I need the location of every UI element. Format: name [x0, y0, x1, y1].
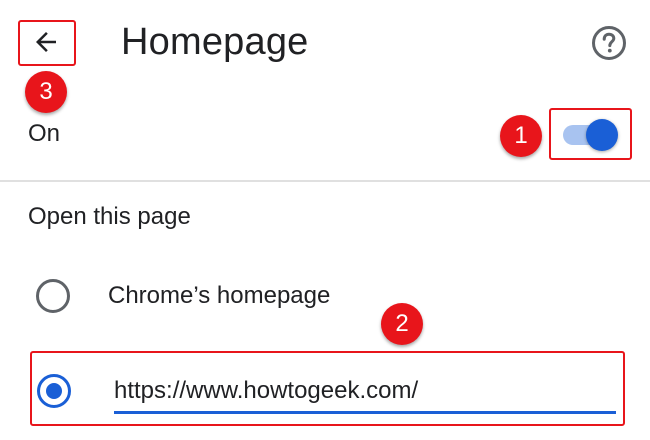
- divider: [0, 180, 650, 182]
- annotation-highlight-toggle: [549, 108, 632, 160]
- annotation-badge-3: 3: [25, 71, 67, 113]
- page-title: Homepage: [121, 21, 309, 63]
- homepage-toggle-label: On: [28, 120, 61, 147]
- annotation-badge-2: 2: [381, 303, 423, 345]
- annotation-highlight-url: [30, 351, 625, 426]
- annotation-highlight-back: [18, 20, 76, 66]
- help-button[interactable]: [590, 24, 628, 62]
- help-circle-icon: [592, 26, 626, 60]
- annotation-badge-1: 1: [500, 115, 542, 157]
- option-label-chrome-homepage[interactable]: Chrome’s homepage: [108, 279, 330, 313]
- section-heading: Open this page: [28, 203, 191, 230]
- radio-chrome-homepage[interactable]: [36, 279, 70, 313]
